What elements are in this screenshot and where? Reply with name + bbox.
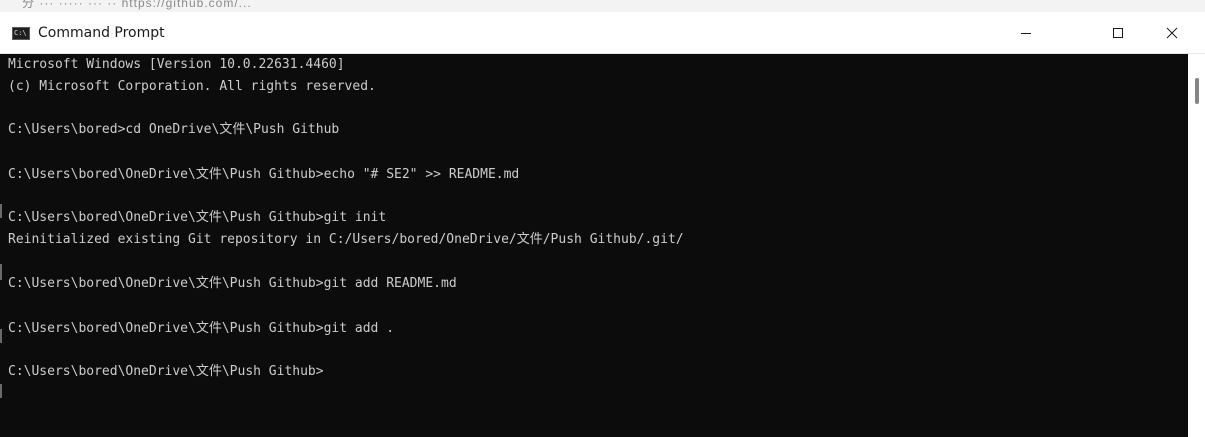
window-title: Command Prompt — [38, 25, 165, 41]
close-button[interactable] — [1149, 12, 1195, 54]
edge-mark — [0, 329, 2, 343]
scrollbar-thumb[interactable] — [1195, 78, 1199, 104]
cmd-icon-glyph: C:\ — [14, 29, 27, 37]
window-edge-artifacts — [0, 54, 2, 437]
console-line: C:\Users\bored>cd OneDrive\文件\Push Githu… — [8, 122, 340, 137]
console-line: C:\Users\bored\OneDrive\文件\Push Github>g… — [8, 210, 387, 225]
command-prompt-window: 分 ··· ····· ··· ·· https://github.com/..… — [0, 0, 1205, 437]
maximize-icon — [1113, 28, 1123, 38]
title-bar[interactable]: C:\ Command Prompt — [0, 12, 1205, 54]
console-line: C:\Users\bored\OneDrive\文件\Push Github>e… — [8, 167, 520, 182]
console-line: C:\Users\bored\OneDrive\文件\Push Github>g… — [8, 276, 457, 291]
console-output[interactable]: Microsoft Windows [Version 10.0.22631.44… — [0, 54, 1188, 437]
edge-mark — [0, 384, 2, 398]
minimize-button[interactable] — [1003, 12, 1049, 54]
background-window-strip: 分 ··· ····· ··· ·· https://github.com/..… — [0, 0, 1205, 12]
edge-mark — [0, 264, 2, 280]
close-icon — [1166, 27, 1178, 39]
console-line: (c) Microsoft Corporation. All rights re… — [8, 79, 376, 94]
background-window-text: 分 ··· ····· ··· ·· https://github.com/..… — [22, 0, 252, 10]
edge-mark — [0, 204, 2, 218]
console-line: Microsoft Windows [Version 10.0.22631.44… — [8, 57, 345, 72]
console-line: C:\Users\bored\OneDrive\文件\Push Github>g… — [8, 321, 395, 336]
console-line: Reinitialized existing Git repository in… — [8, 232, 684, 247]
minimize-icon — [1021, 33, 1031, 34]
console-line: C:\Users\bored\OneDrive\文件\Push Github> — [8, 364, 324, 379]
vertical-scrollbar[interactable] — [1188, 54, 1205, 437]
cmd-icon[interactable]: C:\ — [12, 27, 30, 40]
maximize-button[interactable] — [1095, 12, 1141, 54]
